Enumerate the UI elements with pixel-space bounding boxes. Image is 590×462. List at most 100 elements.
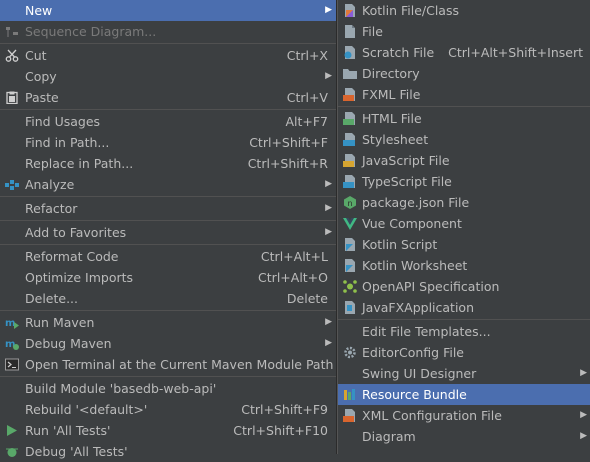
- menu-item-delete-shortcut: Delete: [286, 291, 328, 306]
- menu-item-vue-component[interactable]: Vue Component: [338, 213, 590, 234]
- menu-item-stylesheet-label: Stylesheet: [362, 132, 429, 147]
- menu-item-replace-in-path-label: Replace in Path...: [25, 156, 134, 171]
- menu-item-swing-ui-designer-label: Swing UI Designer: [362, 366, 477, 381]
- menu-item-sequence-diagram-label: Sequence Diagram...: [25, 24, 157, 39]
- menu-item-package-json[interactable]: n package.json File: [338, 192, 590, 213]
- menu-item-html-file[interactable]: HTML File: [338, 108, 590, 129]
- menu-item-open-terminal-label: Open Terminal at the Current Maven Modul…: [25, 357, 334, 372]
- menu-item-build-module-label: Build Module 'basedb-web-api': [25, 381, 217, 396]
- menu-item-run-maven[interactable]: m Run Maven ▶: [0, 312, 336, 333]
- menu-item-html-file-label: HTML File: [362, 111, 422, 126]
- menu-item-kotlin-script[interactable]: Kotlin Script: [338, 234, 590, 255]
- menu-item-reformat-code[interactable]: Reformat Code Ctrl+Alt+L: [0, 246, 336, 267]
- menu-item-editorconfig-file[interactable]: EditorConfig File: [338, 342, 590, 363]
- menu-item-delete[interactable]: Delete... Delete: [0, 288, 336, 309]
- menu-item-debug-maven[interactable]: m Debug Maven ▶: [0, 333, 336, 354]
- menu-item-paste[interactable]: Paste Ctrl+V: [0, 87, 336, 108]
- menu-item-new[interactable]: New ▶: [0, 0, 336, 21]
- menu-item-kotlin-file-class-label: Kotlin File/Class: [362, 3, 459, 18]
- menu-item-add-to-favorites-label: Add to Favorites: [25, 225, 127, 240]
- menu-item-sequence-diagram[interactable]: Sequence Diagram...: [0, 21, 336, 42]
- html-file-icon: [343, 112, 357, 125]
- resource-bundle-icon: [343, 388, 357, 401]
- kotlin-script-icon: [343, 238, 357, 251]
- menu-item-run-maven-label: Run Maven: [25, 315, 95, 330]
- menu-item-scratch-file-shortcut: Ctrl+Alt+Shift+Insert: [448, 45, 583, 60]
- javascript-file-icon: [343, 154, 357, 167]
- menu-item-cut[interactable]: Cut Ctrl+X: [0, 45, 336, 66]
- menu-item-javascript-file[interactable]: JavaScript File: [338, 150, 590, 171]
- menu-item-copy-label: Copy: [25, 69, 57, 84]
- menu-item-open-terminal[interactable]: Open Terminal at the Current Maven Modul…: [0, 354, 336, 375]
- menu-item-cut-shortcut: Ctrl+X: [286, 48, 328, 63]
- menu-item-fxml-file[interactable]: FXML File: [338, 84, 590, 105]
- java-class-icon: [343, 301, 357, 314]
- menu-item-edit-file-templates[interactable]: Edit File Templates...: [338, 321, 590, 342]
- menu-item-copy[interactable]: Copy ▶: [0, 66, 336, 87]
- maven-debug-icon: m: [5, 337, 19, 350]
- menu-item-typescript-file[interactable]: TypeScript File: [338, 171, 590, 192]
- menu-item-kotlin-file-class[interactable]: Kotlin File/Class: [338, 0, 590, 21]
- menu-item-kotlin-worksheet-label: Kotlin Worksheet: [362, 258, 468, 273]
- menu-item-delete-label: Delete...: [25, 291, 78, 306]
- svg-text:m: m: [5, 318, 15, 329]
- menu-item-debug-all-tests[interactable]: Debug 'All Tests': [0, 441, 336, 462]
- menu-item-rebuild[interactable]: Rebuild '<default>' Ctrl+Shift+F9: [0, 399, 336, 420]
- scratch-file-icon: [343, 46, 357, 59]
- sequence-diagram-icon: [5, 25, 19, 38]
- submenu-arrow-icon: ▶: [325, 71, 332, 81]
- menu-item-javafx-app[interactable]: JavaFXApplication: [338, 297, 590, 318]
- submenu-arrow-icon: ▶: [580, 410, 587, 420]
- menu-item-kotlin-worksheet[interactable]: Kotlin Worksheet: [338, 255, 590, 276]
- menu-item-new-label: New: [25, 3, 53, 18]
- menu-item-diagram-label: Diagram: [362, 429, 416, 444]
- analyze-icon: [5, 178, 19, 191]
- menu-item-resource-bundle[interactable]: Resource Bundle: [338, 384, 590, 405]
- menu-item-typescript-file-label: TypeScript File: [362, 174, 452, 189]
- menu-item-replace-in-path-shortcut: Ctrl+Shift+R: [247, 156, 328, 171]
- submenu-arrow-icon: ▶: [325, 179, 332, 189]
- css-file-icon: [343, 133, 357, 146]
- menu-item-xml-configuration-file[interactable]: XML Configuration File ▶: [338, 405, 590, 426]
- menu-item-scratch-file[interactable]: Scratch File Ctrl+Alt+Shift+Insert: [338, 42, 590, 63]
- menu-item-refactor[interactable]: Refactor ▶: [0, 198, 336, 219]
- menu-item-build-module[interactable]: Build Module 'basedb-web-api': [0, 378, 336, 399]
- kotlin-worksheet-icon: [343, 259, 357, 272]
- menu-item-stylesheet[interactable]: Stylesheet: [338, 129, 590, 150]
- vue-icon: [343, 217, 357, 230]
- menu-item-analyze-label: Analyze: [25, 177, 75, 192]
- menu-item-openapi-spec[interactable]: OpenAPI Specification: [338, 276, 590, 297]
- menu-item-find-usages[interactable]: Find Usages Alt+F7: [0, 111, 336, 132]
- menu-item-analyze[interactable]: Analyze ▶: [0, 174, 336, 195]
- menu-item-kotlin-script-label: Kotlin Script: [362, 237, 438, 252]
- new-submenu: Kotlin File/Class File Scratch File Ctrl…: [337, 0, 590, 454]
- menu-item-swing-ui-designer[interactable]: Swing UI Designer ▶: [338, 363, 590, 384]
- menu-item-package-json-label: package.json File: [362, 195, 470, 210]
- kotlin-file-icon: [343, 4, 357, 17]
- menu-item-edit-file-templates-label: Edit File Templates...: [362, 324, 491, 339]
- menu-item-refactor-label: Refactor: [25, 201, 78, 216]
- menu-item-openapi-spec-label: OpenAPI Specification: [362, 279, 500, 294]
- menu-item-optimize-imports[interactable]: Optimize Imports Ctrl+Alt+O: [0, 267, 336, 288]
- run-icon: [5, 424, 19, 437]
- menu-item-editorconfig-file-label: EditorConfig File: [362, 345, 464, 360]
- menu-item-find-in-path-shortcut: Ctrl+Shift+F: [249, 135, 328, 150]
- menu-item-find-in-path[interactable]: Find in Path... Ctrl+Shift+F: [0, 132, 336, 153]
- clipboard-icon: [5, 91, 19, 104]
- menu-item-run-all-tests-shortcut: Ctrl+Shift+F10: [233, 423, 328, 438]
- menu-item-rebuild-label: Rebuild '<default>': [25, 402, 148, 417]
- maven-run-icon: m: [5, 316, 19, 329]
- debug-icon: [5, 445, 19, 458]
- menu-item-replace-in-path[interactable]: Replace in Path... Ctrl+Shift+R: [0, 153, 336, 174]
- menu-item-cut-label: Cut: [25, 48, 47, 63]
- submenu-arrow-icon: ▶: [325, 227, 332, 237]
- menu-item-file[interactable]: File: [338, 21, 590, 42]
- menu-item-optimize-imports-label: Optimize Imports: [25, 270, 134, 285]
- menu-item-diagram[interactable]: Diagram ▶: [338, 426, 590, 447]
- menu-item-run-all-tests[interactable]: Run 'All Tests' Ctrl+Shift+F10: [0, 420, 336, 441]
- gear-icon: [343, 346, 357, 359]
- menu-item-directory[interactable]: Directory: [338, 63, 590, 84]
- menu-item-fxml-file-label: FXML File: [362, 87, 421, 102]
- menu-item-add-to-favorites[interactable]: Add to Favorites ▶: [0, 222, 336, 243]
- menu-item-find-in-path-label: Find in Path...: [25, 135, 110, 150]
